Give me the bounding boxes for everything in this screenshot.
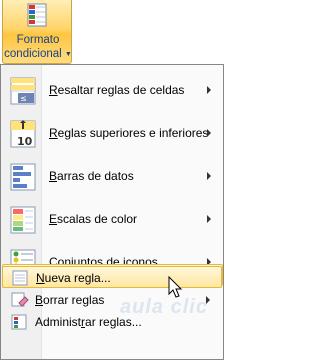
menu-item-label: Nueva regla... [36, 271, 111, 285]
submenu-arrow-icon [207, 129, 211, 137]
menu-item-data-bars[interactable]: Barras de datos [2, 159, 223, 195]
menu-item-new-rule[interactable]: Nueva regla... [2, 266, 222, 288]
color-scales-icon [10, 206, 36, 234]
menu-item-color-scales[interactable]: Escalas de color [2, 202, 223, 238]
data-bars-icon [10, 163, 36, 191]
new-rule-icon [12, 270, 28, 286]
conditional-format-button[interactable]: Formato condicional ▼ [2, 0, 72, 64]
submenu-arrow-icon [207, 86, 211, 94]
menu-item-label: Reglas superiores e inferiores [49, 126, 209, 140]
submenu-arrow-icon [207, 215, 211, 223]
menu-item-label: Escalas de color [49, 212, 138, 226]
menu-item-top-bottom-rules[interactable]: 10 Reglas superiores e inferiores [2, 116, 223, 152]
button-label-line2: condicional ▼ [4, 48, 72, 60]
menu-item-label: Barras de datos [49, 169, 134, 183]
highlight-cells-rules-icon: ≤ [10, 77, 36, 105]
menu-item-label: Borrar reglas [35, 293, 105, 307]
submenu-arrow-icon [207, 172, 211, 180]
button-label-line1: Formato [16, 34, 60, 46]
menu-item-highlight-cells-rules[interactable]: ≤ Resaltar reglas de celdas [2, 73, 223, 109]
svg-text:10: 10 [17, 135, 33, 148]
top-bottom-rules-icon: 10 [10, 120, 36, 148]
conditional-format-icon [27, 3, 47, 27]
svg-text:≤: ≤ [20, 94, 27, 103]
clear-rules-icon [11, 292, 29, 307]
mouse-pointer-icon [168, 276, 183, 298]
watermark: aula clic [120, 296, 208, 318]
manage-rules-icon [11, 314, 27, 330]
chevron-down-icon: ▼ [64, 51, 72, 58]
menu-item-label: Resaltar reglas de celdas [49, 83, 185, 97]
